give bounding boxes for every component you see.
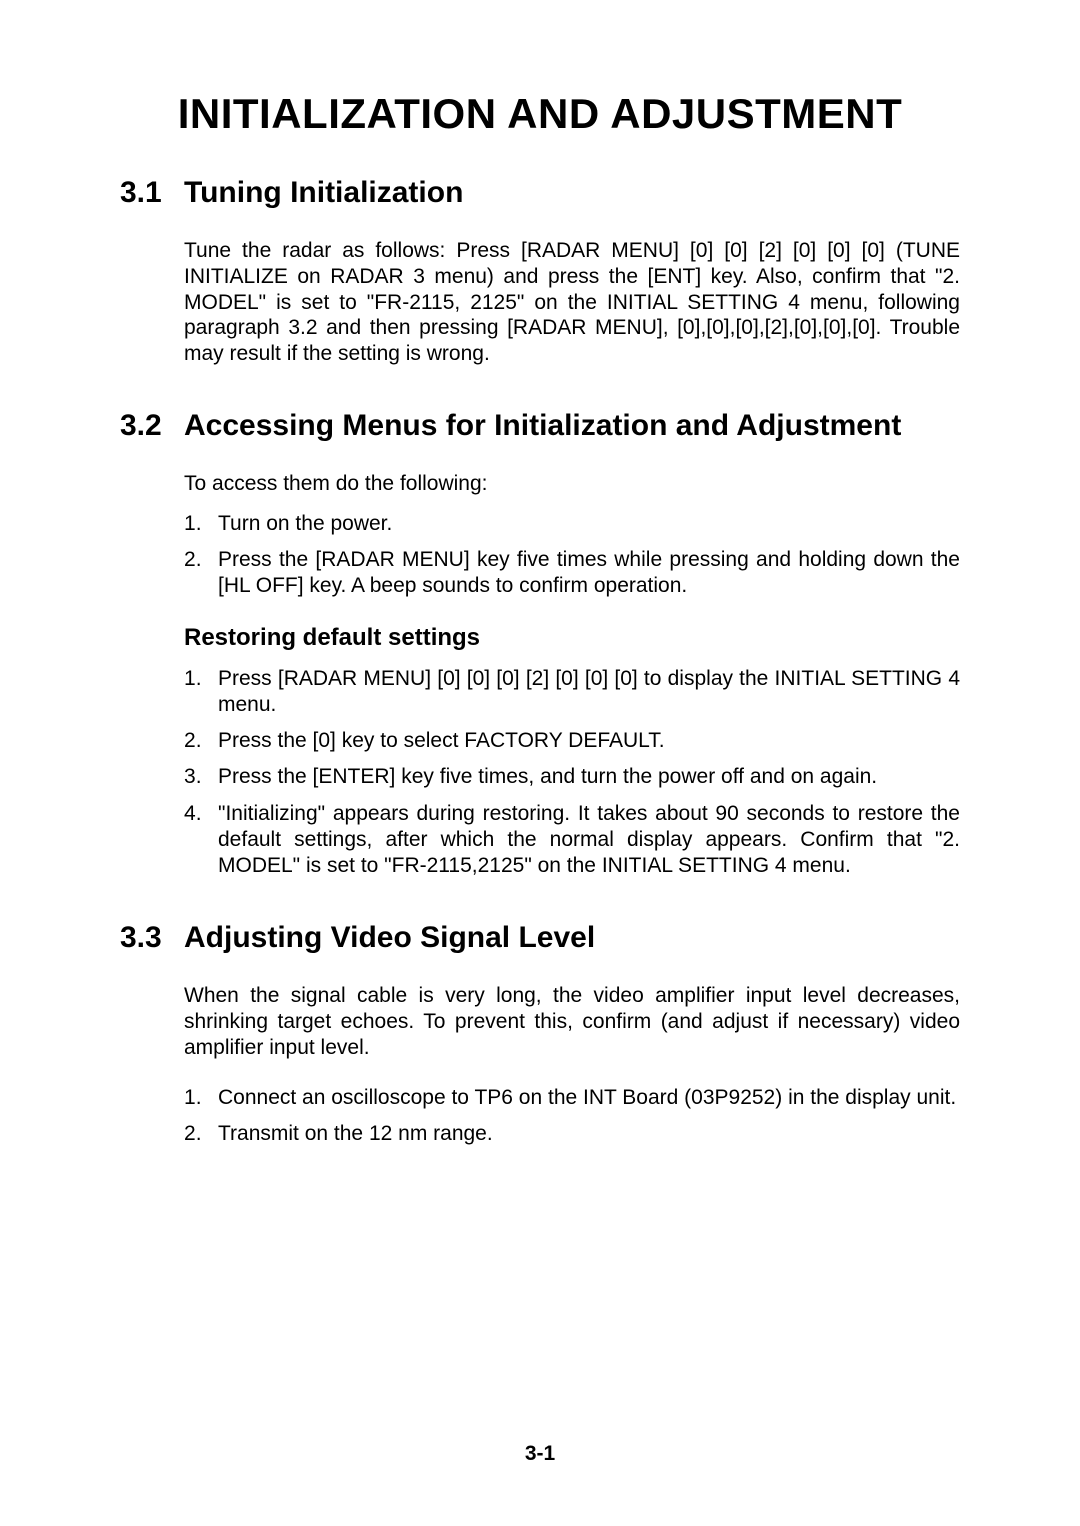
ordered-list: Turn on the power. Press the [RADAR MENU… xyxy=(184,511,960,600)
section-title: Accessing Menus for Initialization and A… xyxy=(184,409,960,443)
list-item: "Initializing" appears during restoring.… xyxy=(184,801,960,880)
section-3-2-body: To access them do the following: Turn on… xyxy=(184,471,960,879)
section-3-2-heading: 3.2 Accessing Menus for Initialization a… xyxy=(120,409,960,443)
list-item: Turn on the power. xyxy=(184,511,960,537)
section-number: 3.2 xyxy=(120,409,184,443)
list-item: Press the [ENTER] key five times, and tu… xyxy=(184,764,960,790)
subsection-heading: Restoring default settings xyxy=(184,624,960,652)
list-item: Press the [0] key to select FACTORY DEFA… xyxy=(184,728,960,754)
main-title: INITIALIZATION AND ADJUSTMENT xyxy=(120,90,960,138)
section-number: 3.1 xyxy=(120,176,184,210)
document-page: INITIALIZATION AND ADJUSTMENT 3.1 Tuning… xyxy=(0,0,1080,1526)
section-title: Adjusting Video Signal Level xyxy=(184,921,960,955)
list-item: Connect an oscilloscope to TP6 on the IN… xyxy=(184,1085,960,1111)
ordered-list: Connect an oscilloscope to TP6 on the IN… xyxy=(184,1085,960,1148)
section-3-1-body: Tune the radar as follows: Press [RADAR … xyxy=(184,238,960,367)
list-item: Transmit on the 12 nm range. xyxy=(184,1121,960,1147)
section-3-3-body: When the signal cable is very long, the … xyxy=(184,983,960,1147)
page-number: 3-1 xyxy=(0,1442,1080,1466)
paragraph: Tune the radar as follows: Press [RADAR … xyxy=(184,238,960,367)
list-item: Press [RADAR MENU] [0] [0] [0] [2] [0] [… xyxy=(184,666,960,719)
list-item: Press the [RADAR MENU] key five times wh… xyxy=(184,547,960,600)
ordered-list: Press [RADAR MENU] [0] [0] [0] [2] [0] [… xyxy=(184,666,960,880)
paragraph: When the signal cable is very long, the … xyxy=(184,983,960,1060)
section-3-1-heading: 3.1 Tuning Initialization xyxy=(120,176,960,210)
section-title: Tuning Initialization xyxy=(184,176,960,210)
section-number: 3.3 xyxy=(120,921,184,955)
section-3-3-heading: 3.3 Adjusting Video Signal Level xyxy=(120,921,960,955)
paragraph: To access them do the following: xyxy=(184,471,960,497)
